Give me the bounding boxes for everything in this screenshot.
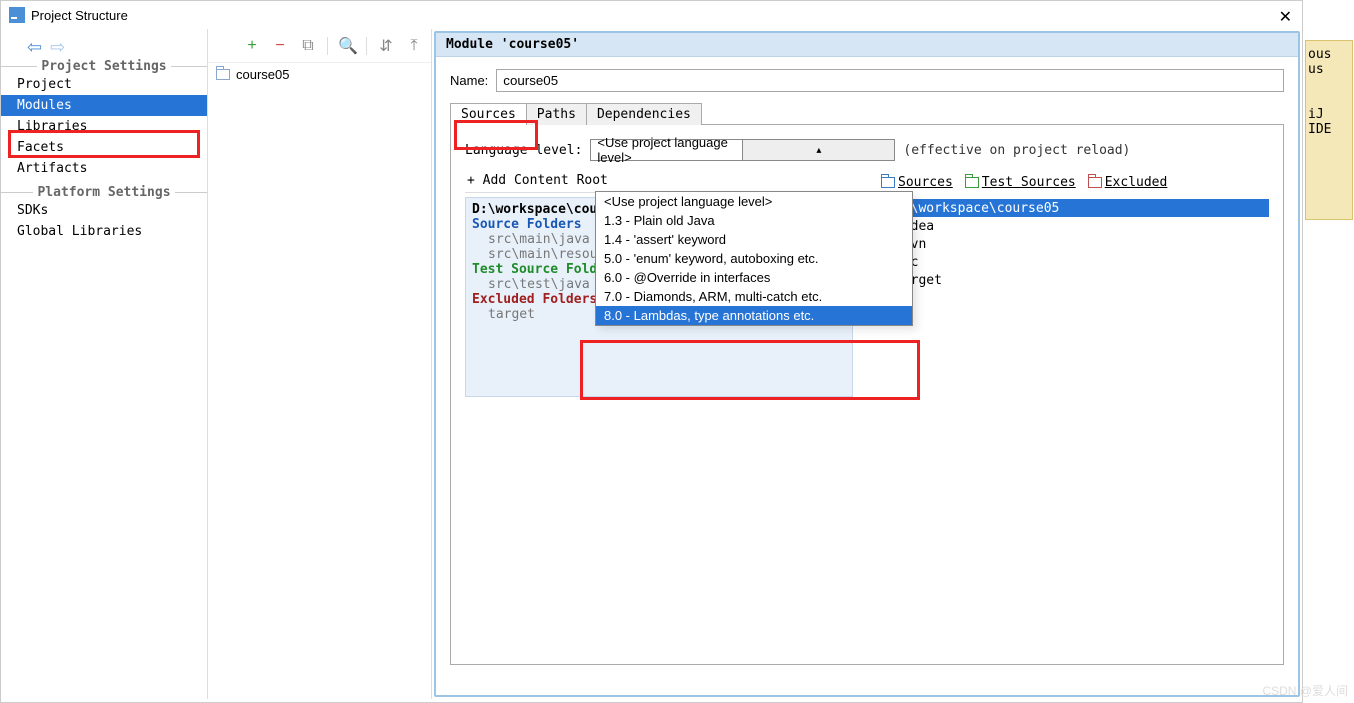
dropdown-option[interactable]: 1.4 - 'assert' keyword: [596, 230, 912, 249]
close-icon[interactable]: ✕: [1279, 7, 1292, 27]
background-text: ous us: [1308, 47, 1350, 77]
module-name: course05: [236, 67, 289, 82]
language-level-dropdown[interactable]: <Use project language level> 1.3 - Plain…: [595, 191, 913, 326]
divider: [366, 37, 367, 55]
combo-value: <Use project language level>: [591, 135, 742, 165]
back-icon[interactable]: ⇦: [27, 37, 42, 58]
search-icon[interactable]: 🔍: [338, 36, 356, 56]
sidebar-item-project[interactable]: Project: [1, 74, 207, 95]
tree-item[interactable]: ⊞target: [863, 271, 1269, 289]
language-level-combo[interactable]: <Use project language level> ▴: [590, 139, 895, 161]
dropdown-option[interactable]: 1.3 - Plain old Java: [596, 211, 912, 230]
dropdown-option[interactable]: 7.0 - Diamonds, ARM, multi-catch etc.: [596, 287, 912, 306]
dropdown-option[interactable]: 8.0 - Lambdas, type annotations etc.: [596, 306, 912, 325]
language-hint: (effective on project reload): [903, 143, 1130, 158]
sidebar-item-artifacts[interactable]: Artifacts: [1, 158, 207, 179]
copy-icon[interactable]: ⧉: [299, 37, 317, 55]
tree-root[interactable]: ⊟D:\workspace\course05: [863, 199, 1269, 217]
dropdown-option[interactable]: 6.0 - @Override in interfaces: [596, 268, 912, 287]
module-folder-icon: [216, 69, 230, 80]
dropdown-option[interactable]: 5.0 - 'enum' keyword, autoboxing etc.: [596, 249, 912, 268]
tree-item[interactable]: ⊞src: [863, 253, 1269, 271]
add-content-root[interactable]: + Add Content Root: [465, 171, 853, 193]
section-platform-settings: Platform Settings: [33, 185, 174, 200]
sidebar-item-global-libraries[interactable]: Global Libraries: [1, 221, 207, 242]
divider: [327, 37, 328, 55]
dropdown-option[interactable]: <Use project language level>: [596, 192, 912, 211]
forward-icon[interactable]: ⇨: [50, 37, 65, 58]
tree-item[interactable]: ⊞.idea: [863, 217, 1269, 235]
collapse-all-icon[interactable]: ⤒: [405, 37, 423, 55]
window-title: Project Structure: [31, 8, 128, 23]
expand-all-icon[interactable]: ⇵: [377, 36, 395, 56]
module-header: Module 'course05': [436, 33, 1298, 57]
module-item[interactable]: course05: [208, 63, 431, 86]
language-level-label: Language level:: [465, 143, 582, 158]
remove-icon[interactable]: −: [271, 37, 289, 55]
sidebar-item-libraries[interactable]: Libraries: [1, 116, 207, 137]
background-text: iJ IDE: [1308, 107, 1350, 137]
watermark: CSDN @爱人间: [1262, 682, 1348, 699]
name-label: Name:: [450, 73, 488, 88]
name-field[interactable]: [496, 69, 1284, 92]
tab-dependencies[interactable]: Dependencies: [586, 103, 702, 125]
sidebar-item-facets[interactable]: Facets: [1, 137, 207, 158]
add-icon[interactable]: +: [243, 37, 261, 55]
chevron-up-icon[interactable]: ▴: [742, 140, 894, 160]
tree-item[interactable]: ⊞.mvn: [863, 235, 1269, 253]
section-project-settings: Project Settings: [37, 59, 170, 74]
tab-sources[interactable]: Sources: [450, 103, 527, 125]
sidebar-item-sdks[interactable]: SDKs: [1, 200, 207, 221]
intellij-icon: [9, 7, 25, 23]
sidebar-item-modules[interactable]: Modules: [1, 95, 207, 116]
tab-paths[interactable]: Paths: [526, 103, 587, 125]
